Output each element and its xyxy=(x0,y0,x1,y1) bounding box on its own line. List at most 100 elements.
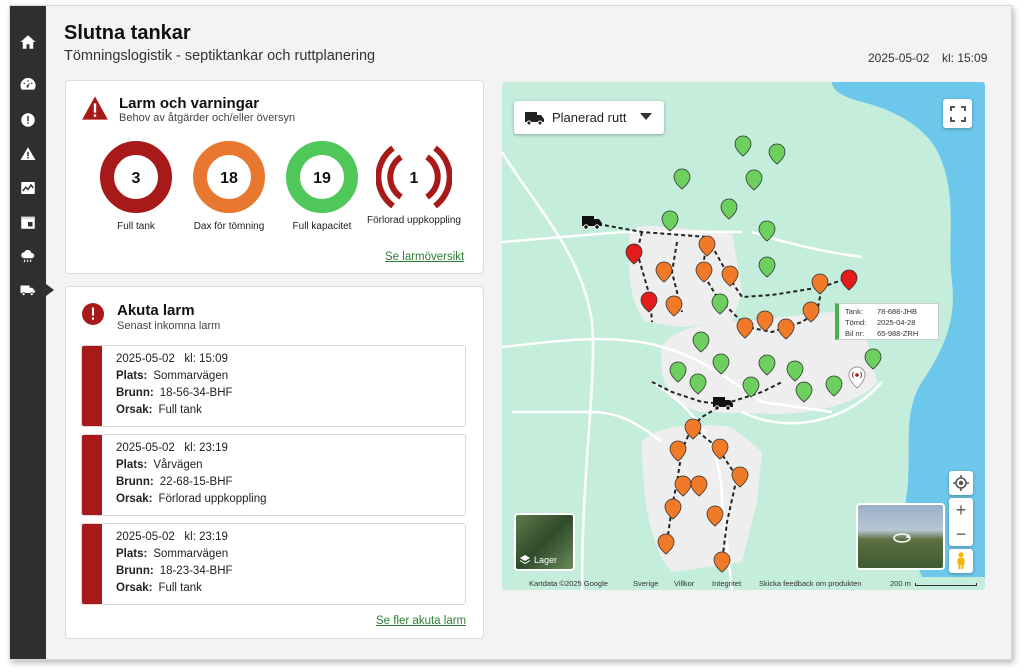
map-data-credit: Kartdata ©2025 Google xyxy=(529,579,608,588)
reason-label: Orsak: xyxy=(116,404,153,416)
header-time: kl: 15:09 xyxy=(942,51,988,65)
pegman-button[interactable] xyxy=(949,549,973,573)
dashboard-icon xyxy=(20,77,36,90)
place-label: Plats: xyxy=(116,548,148,560)
alarm-reason: Full tank xyxy=(158,582,202,594)
well-label: Brunn: xyxy=(116,565,154,577)
zoom-control: + − xyxy=(949,498,973,546)
alarm-overview-link[interactable]: Se larmöversikt xyxy=(385,251,464,263)
home-icon xyxy=(20,35,36,49)
weather-icon xyxy=(21,249,35,263)
alert-circle-icon xyxy=(82,303,104,325)
nav-home[interactable] xyxy=(10,28,46,56)
tank-marker-ok[interactable] xyxy=(745,169,763,191)
gauge-label: Dax för tömning xyxy=(193,221,265,232)
alarm-severity-bar xyxy=(82,346,102,426)
alarm-place: Sommarvägen xyxy=(153,548,229,560)
privacy-link[interactable]: Integritet xyxy=(712,579,741,588)
scale-bar xyxy=(915,583,977,586)
nav-routes[interactable] xyxy=(10,276,54,304)
acute-subtitle: Senast inkomna larm xyxy=(117,320,221,332)
alert-circle-icon xyxy=(21,113,35,127)
alarm-item[interactable]: 2025-05-02 kl: 15:09 Plats: Sommarvägen B… xyxy=(81,345,466,427)
alarms-card: Larm och varningar Behov av åtgärder och… xyxy=(65,80,484,274)
alarm-item[interactable]: 2025-05-02 kl: 23:19 Plats: Vårvägen Brun… xyxy=(81,434,466,516)
nav-calendar[interactable] xyxy=(10,208,46,236)
nav-statistics[interactable] xyxy=(10,174,46,202)
layers-button[interactable]: Lager xyxy=(514,513,575,571)
tank-id: 78-688-JHB xyxy=(877,307,918,316)
page-subtitle: Tömningslogistik - septiktankar och rutt… xyxy=(64,48,376,64)
gauge-full-tank[interactable]: 3 xyxy=(98,139,174,215)
nav-weather[interactable] xyxy=(10,242,46,270)
app-window: Slutna tankar Tömningslogistik - septikt… xyxy=(9,5,1012,660)
tank-marker-ok[interactable] xyxy=(734,135,752,157)
pegman-icon xyxy=(957,552,965,569)
gauge-lost-connection[interactable]: 1 xyxy=(375,139,453,215)
tank-marker-ok[interactable] xyxy=(768,143,786,165)
tank-marker-ok[interactable] xyxy=(720,198,738,220)
alarm-date: 2025-05-02 xyxy=(116,531,175,543)
nav-warnings[interactable] xyxy=(10,140,46,168)
feedback-link[interactable]: Skicka feedback om produkten xyxy=(759,579,862,588)
truck-icon[interactable] xyxy=(582,216,602,230)
tank-label: Tank: xyxy=(845,307,863,316)
well-label: Brunn: xyxy=(116,387,154,399)
tank-marker-ok[interactable] xyxy=(758,256,776,278)
reason-label: Orsak: xyxy=(116,582,153,594)
header-date: 2025-05-02 xyxy=(868,51,930,65)
chart-icon xyxy=(21,182,35,194)
place-label: Plats: xyxy=(116,459,148,471)
tank-marker-ok[interactable] xyxy=(673,168,691,190)
sidebar xyxy=(10,6,54,659)
acute-alarms-card: Akuta larm Senast inkomna larm 2025-05-0… xyxy=(65,286,484,639)
location-icon xyxy=(953,475,969,491)
gauge-label: Full kapacitet xyxy=(292,221,352,232)
alarm-reason: Förlorad uppkoppling xyxy=(158,493,267,505)
layers-icon xyxy=(519,555,531,565)
my-location-button[interactable] xyxy=(949,471,973,495)
gauge-value: 3 xyxy=(132,170,141,187)
tank-marker-due[interactable] xyxy=(713,551,731,573)
street-view-preview[interactable] xyxy=(856,503,945,570)
chevron-down-icon xyxy=(640,113,652,120)
reason-label: Orsak: xyxy=(116,493,153,505)
gauge-label: Förlorad uppkoppling xyxy=(367,215,461,226)
attrib-country[interactable]: Sverige xyxy=(633,579,658,588)
gauge-label: Full tank xyxy=(117,221,155,232)
gauge-value: 1 xyxy=(410,170,419,187)
route-select-value: Planerad rutt xyxy=(552,110,627,125)
gauge-due-emptying[interactable]: 18 xyxy=(191,139,267,215)
zoom-in-button[interactable]: + xyxy=(956,498,967,522)
emptied-label: Tömd: xyxy=(845,318,867,327)
alarm-reason: Full tank xyxy=(158,404,202,416)
tank-info-tooltip: Tank: 78-688-JHB Tömd: 2025-04-28 Bil nr: 6… xyxy=(835,303,939,340)
terms-link[interactable]: Villkor xyxy=(674,579,694,588)
scale-label: 200 m xyxy=(890,579,911,588)
alarm-time: kl: 23:19 xyxy=(184,442,228,454)
gauge-value: 18 xyxy=(220,170,238,187)
more-acute-alarms-link[interactable]: Se fler akuta larm xyxy=(376,615,466,627)
tank-marker-due[interactable] xyxy=(811,273,829,295)
fullscreen-button[interactable] xyxy=(943,99,972,128)
gauge-full-capacity[interactable]: 19 xyxy=(284,139,360,215)
alarm-item[interactable]: 2025-05-02 kl: 23:19 Plats: Sommarvägen B… xyxy=(81,523,466,605)
nav-alerts[interactable] xyxy=(10,106,46,134)
tank-marker-full[interactable] xyxy=(840,269,858,291)
acute-title: Akuta larm xyxy=(117,302,195,319)
alarm-date: 2025-05-02 xyxy=(116,442,175,454)
alarm-severity-bar xyxy=(82,524,102,604)
alarm-place: Sommarvägen xyxy=(153,370,229,382)
route-map[interactable]: Planerad rutt Tank: 78-688-JHB Tömd: 2025-… xyxy=(502,82,985,590)
alarms-title: Larm och varningar xyxy=(119,95,260,112)
truck-icon xyxy=(20,285,35,296)
fullscreen-icon xyxy=(949,105,966,122)
place-label: Plats: xyxy=(116,370,148,382)
alarms-subtitle: Behov av åtgärder och/eller översyn xyxy=(119,112,296,124)
map-attribution: Kartdata ©2025 Google Sverige Villkor In… xyxy=(502,577,985,590)
nav-dashboard[interactable] xyxy=(10,70,46,98)
well-label: Brunn: xyxy=(116,476,154,488)
route-select[interactable]: Planerad rutt xyxy=(514,101,664,134)
zoom-out-button[interactable]: − xyxy=(956,522,967,546)
alarm-time: kl: 23:19 xyxy=(184,531,228,543)
